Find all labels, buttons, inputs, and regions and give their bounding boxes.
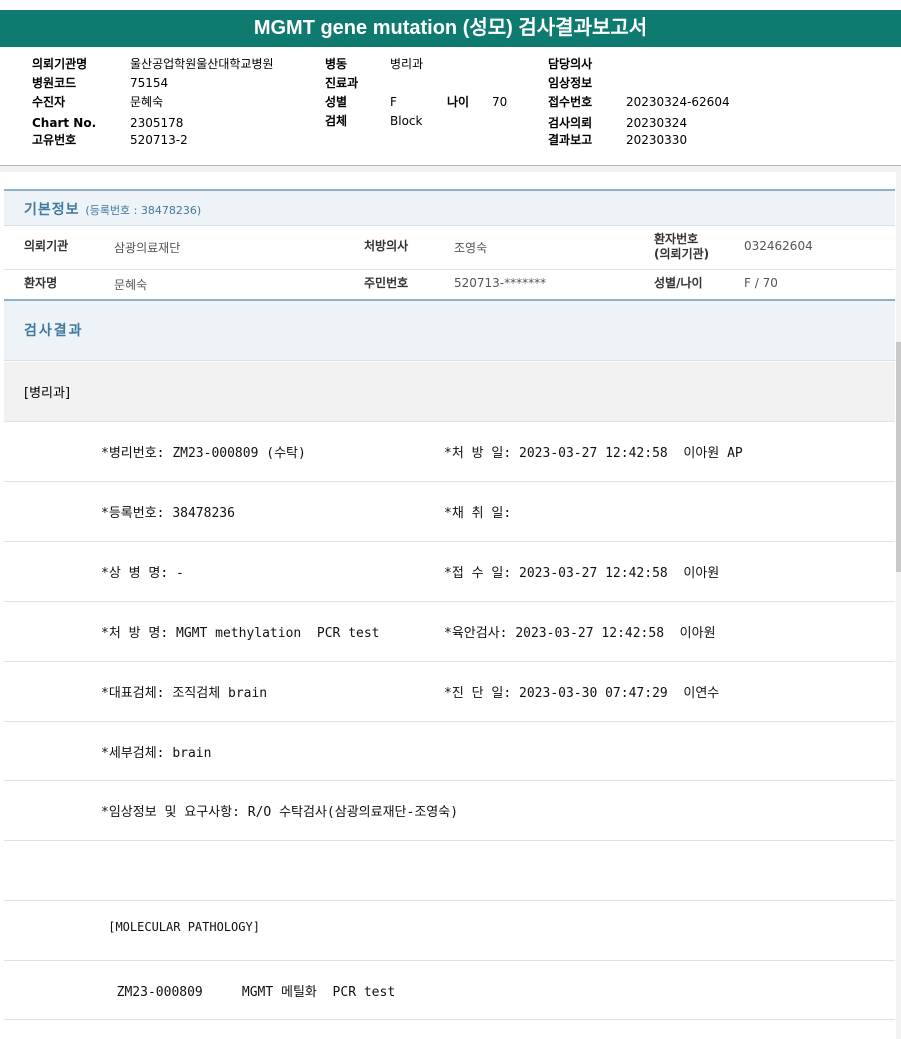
result-line: ZM23-000809 MGMT 메틸화 PCR test bbox=[4, 961, 895, 1020]
header-label-patient: 수진자 bbox=[32, 95, 66, 109]
result-line: *대표검체: 조직검체 brain *진 단 일: 2023-03-30 07:… bbox=[4, 662, 895, 722]
basic-info-row: 의뢰기관 삼광의료재단 처방의사 조영숙 환자번호 (의뢰기관) 0324626… bbox=[4, 225, 895, 270]
department-label: [병리과] bbox=[24, 386, 71, 401]
report-body[interactable]: 기본정보 (등록번호 : 38478236) 의뢰기관 삼광의료재단 처방의사 … bbox=[4, 172, 896, 1039]
header-label-unique-no: 고유번호 bbox=[32, 133, 77, 147]
label-patient-name: 환자명 bbox=[24, 276, 58, 290]
basic-info-header: 기본정보 (등록번호 : 38478236) bbox=[4, 189, 895, 226]
result-left: *상 병 명: - bbox=[101, 566, 184, 581]
label-resident-number: 주민번호 bbox=[364, 276, 409, 290]
basic-info-subtitle: (등록번호 : 38478236) bbox=[85, 204, 202, 217]
vertical-scrollbar[interactable] bbox=[896, 172, 901, 1039]
header-value-ward: 병리과 bbox=[390, 57, 424, 71]
header-label-institution: 의뢰기관명 bbox=[32, 57, 88, 71]
label-sex-age: 성별/나이 bbox=[654, 276, 703, 290]
value-requesting-org: 삼광의료재단 bbox=[114, 241, 181, 255]
scrollbar-thumb[interactable] bbox=[896, 342, 901, 572]
label-requesting-org: 의뢰기관 bbox=[24, 239, 69, 253]
value-patient-number: 032462604 bbox=[744, 239, 813, 253]
label-prescribing-doctor: 처방의사 bbox=[364, 239, 409, 253]
result-line: *병리번호: ZM23-000809 (수탁) *처 방 일: 2023-03-… bbox=[4, 422, 895, 482]
result-line: *세부검체: brain bbox=[4, 722, 895, 781]
header-label-request-date: 검사의뢰 bbox=[548, 116, 593, 130]
header-label-department: 진료과 bbox=[325, 76, 359, 90]
result-left: *대표검체: 조직검체 brain bbox=[101, 686, 268, 701]
result-right: *접 수 일: 2023-03-27 12:42:58 이아원 bbox=[444, 566, 720, 581]
header-value-age: 70 bbox=[492, 95, 508, 109]
label-patient-number: 환자번호 (의뢰기관) bbox=[654, 232, 710, 261]
result-line: *상 병 명: - *접 수 일: 2023-03-27 12:42:58 이아… bbox=[4, 542, 895, 602]
header-value-unique-no: 520713-2 bbox=[130, 133, 188, 147]
header-label-ward: 병동 bbox=[325, 57, 348, 71]
value-sex-age: F / 70 bbox=[744, 276, 778, 290]
header-label-clinical-info: 임상정보 bbox=[548, 76, 593, 90]
header-label-chart-no: Chart No. bbox=[32, 116, 97, 130]
result-line: *처 방 명: MGMT methylation PCR test *육안검사:… bbox=[4, 602, 895, 662]
result-left: *등록번호: 38478236 bbox=[101, 506, 235, 521]
results-department: [병리과] bbox=[4, 362, 895, 422]
result-right: *육안검사: 2023-03-27 12:42:58 이아원 bbox=[444, 626, 716, 641]
results-header: 검사결과 bbox=[4, 299, 895, 361]
basic-info-title-text: 기본정보 bbox=[24, 202, 80, 218]
result-left: [MOLECULAR PATHOLOGY] bbox=[101, 920, 260, 934]
header-label-report-date: 결과보고 bbox=[548, 133, 593, 147]
header-label-age: 나이 bbox=[447, 95, 470, 109]
result-line bbox=[4, 841, 895, 901]
report-header: 의뢰기관명 울산공업학원울산대학교병원 병원코드 75154 수진자 문혜숙 C… bbox=[0, 47, 901, 166]
result-line: *임상정보 및 요구사항: R/O 수탁검사(삼광의료재단-조영숙) bbox=[4, 781, 895, 841]
value-prescribing-doctor: 조영숙 bbox=[454, 241, 488, 255]
header-value-hospital-code: 75154 bbox=[130, 76, 169, 90]
result-left: ZM23-000809 MGMT 메틸화 PCR test bbox=[101, 985, 396, 1000]
header-label-receipt-no: 접수번호 bbox=[548, 95, 593, 109]
results-title: 검사결과 bbox=[24, 323, 84, 339]
result-right: *진 단 일: 2023-03-30 07:47:29 이연수 bbox=[444, 686, 720, 701]
basic-info-row: 환자명 문혜숙 주민번호 520713-******* 성별/나이 F / 70 bbox=[4, 269, 895, 300]
header-label-specimen: 검체 bbox=[325, 114, 348, 128]
value-resident-number: 520713-******* bbox=[454, 276, 547, 290]
basic-info-title: 기본정보 (등록번호 : 38478236) bbox=[24, 199, 201, 219]
header-value-receipt-no: 20230324-62604 bbox=[626, 95, 730, 109]
header-label-doctor: 담당의사 bbox=[548, 57, 593, 71]
result-right: *처 방 일: 2023-03-27 12:42:58 이아원 AP bbox=[444, 446, 743, 461]
header-label-sex: 성별 bbox=[325, 95, 348, 109]
header-value-report-date: 20230330 bbox=[626, 133, 688, 147]
result-left: *세부검체: brain bbox=[101, 746, 212, 761]
report-title: MGMT gene mutation (성모) 검사결과보고서 bbox=[0, 10, 901, 47]
header-value-patient: 문혜숙 bbox=[130, 95, 164, 109]
result-line: *등록번호: 38478236 *채 취 일: bbox=[4, 482, 895, 542]
header-value-sex: F bbox=[390, 95, 397, 109]
header-value-request-date: 20230324 bbox=[626, 116, 688, 130]
header-value-chart-no: 2305178 bbox=[130, 116, 184, 130]
value-patient-name: 문혜숙 bbox=[114, 278, 148, 292]
header-value-specimen: Block bbox=[390, 114, 423, 128]
header-label-hospital-code: 병원코드 bbox=[32, 76, 77, 90]
result-line: [MOLECULAR PATHOLOGY] bbox=[4, 901, 895, 961]
header-value-institution: 울산공업학원울산대학교병원 bbox=[130, 57, 274, 71]
result-left: *처 방 명: MGMT methylation PCR test bbox=[101, 626, 380, 641]
result-left: *임상정보 및 요구사항: R/O 수탁검사(삼광의료재단-조영숙) bbox=[101, 805, 459, 820]
result-right: *채 취 일: bbox=[444, 506, 512, 521]
result-left: *병리번호: ZM23-000809 (수탁) bbox=[101, 446, 306, 461]
